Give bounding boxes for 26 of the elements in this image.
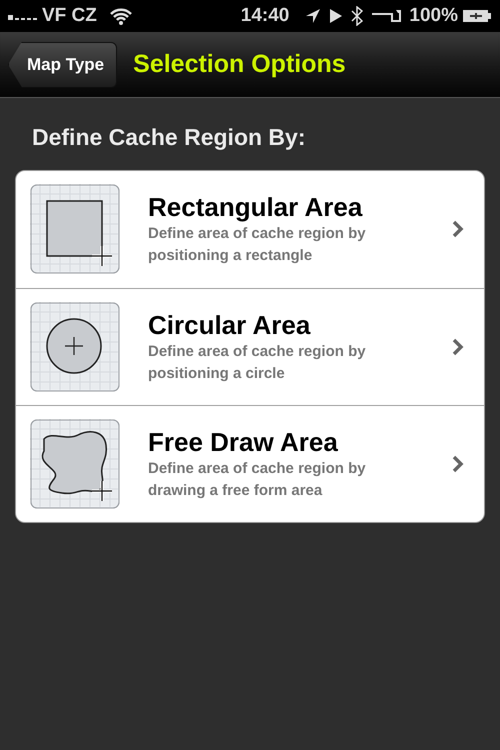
- chevron-right-icon: [452, 338, 464, 356]
- section-header: Define Cache Region By:: [31, 123, 306, 152]
- play-icon: [329, 8, 344, 24]
- location-arrow-icon: [305, 8, 322, 24]
- option-row[interactable]: Free Draw Area Define area of cache region by drawing a free form area: [16, 404, 484, 522]
- option-title: Free Draw Area: [148, 426, 339, 458]
- option-row[interactable]: Rectangular Area Define area of cache region by positioning a rectangle: [16, 170, 484, 288]
- option-row[interactable]: Circular Area Define area of cache region by positioning a circle: [16, 288, 484, 404]
- clock: 14:40: [240, 4, 290, 28]
- option-description: Define area of cache region by positioning a circle: [148, 342, 367, 384]
- carrier-name: VF CZ: [42, 4, 97, 28]
- chevron-right-icon: [452, 220, 464, 238]
- circle-icon: [30, 302, 120, 392]
- freeform-shape-icon: [30, 418, 120, 508]
- option-description: Define area of cache region by drawing a free form area: [148, 458, 367, 500]
- chevron-right-icon: [452, 454, 464, 472]
- battery-charging-icon: [462, 9, 492, 23]
- battery-percent: 100%: [409, 4, 458, 28]
- rectangle-icon: [30, 184, 120, 274]
- screen-title: Selection Options: [133, 48, 346, 80]
- bluetooth-icon: [351, 6, 364, 26]
- option-description: Define area of cache region by positioning a rectangle: [148, 224, 367, 266]
- back-button[interactable]: Map Type: [8, 42, 118, 88]
- option-title: Rectangular Area: [148, 191, 364, 223]
- option-title: Circular Area: [148, 308, 312, 340]
- wifi-icon: [108, 7, 133, 25]
